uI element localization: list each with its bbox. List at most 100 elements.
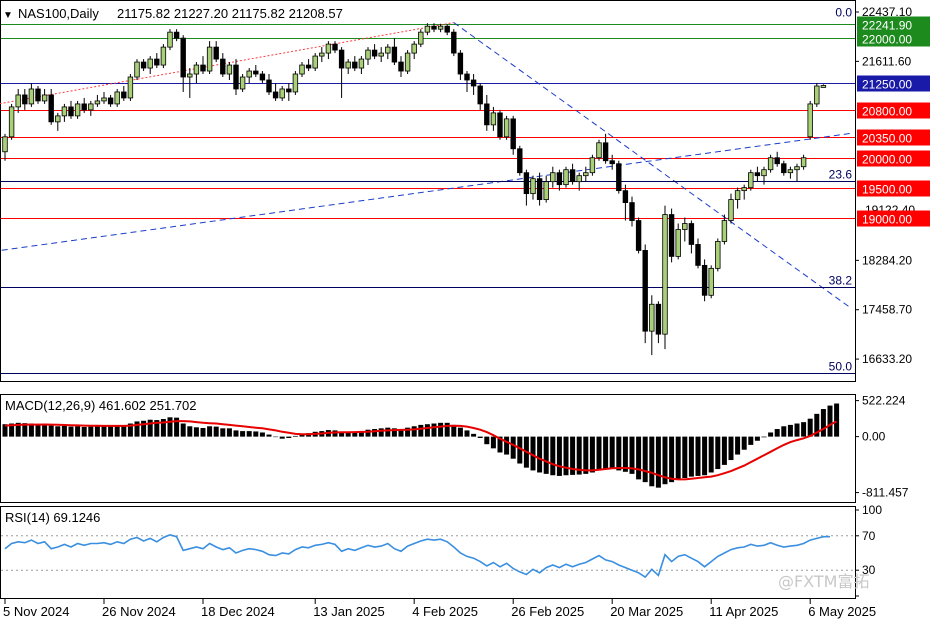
macd-bar-66 [438,422,444,437]
macd-bar-101 [669,436,675,483]
macd-bar-13 [88,426,94,437]
candle-body-68 [451,31,457,54]
level-tag-text-0: 22241.90 [862,19,912,33]
candle-body-100 [662,214,668,335]
macd-bar-43 [286,436,292,438]
macd-bar-30 [200,428,206,437]
candle-body-84 [556,172,563,186]
candle-body-56 [371,49,378,57]
trend-line-2 [453,22,851,308]
macd-bar-14 [94,426,100,437]
macd-bar-92 [609,436,615,470]
candle-body-123 [814,85,820,105]
candle-body-16 [107,97,114,105]
macd-bar-124 [820,409,826,437]
candle-body-22 [147,58,153,69]
candle-body-7 [48,94,54,123]
candle-body-59 [391,46,398,63]
candle-body-5 [35,88,41,102]
macd-bar-116 [768,432,774,437]
macd-bar-117 [774,429,780,437]
macd-bar-104 [688,436,694,477]
candle-body-113 [748,172,754,189]
macd-bar-64 [424,424,430,437]
candle-body-47 [312,55,318,69]
rsi-tick-label-1: 70 [862,529,876,543]
candle-body-48 [319,52,325,57]
macd-bar-70 [464,430,470,437]
candle-body-20 [134,61,140,78]
candle-body-108 [715,241,721,269]
level-tag-text-7: 19000.00 [862,213,912,227]
macd-bar-105 [695,436,701,476]
macd-bar-32 [213,426,219,437]
candle-body-4 [28,88,35,105]
candle-body-104 [688,223,695,245]
macd-bar-98 [649,436,655,487]
candle-body-37 [246,70,252,78]
macd-bar-8 [55,426,61,437]
candle-body-26 [173,31,180,39]
candle-body-21 [140,61,147,69]
macd-bar-28 [187,426,193,437]
macd-bar-93 [616,436,622,471]
macd-bar-42 [279,436,285,439]
time-tick-label-4: 4 Feb 2025 [412,604,478,619]
price-panel: 0.023.638.250.0 22437.1021611.6018284.20… [0,0,930,382]
candle-body-41 [272,91,279,99]
candle-body-86 [569,169,576,183]
macd-bar-25 [167,417,173,437]
candle-body-112 [741,187,747,192]
candle-body-120 [794,166,800,171]
macd-bar-31 [207,426,213,437]
time-tick-label-5: 26 Feb 2025 [511,604,584,619]
level-tag-text-6: 19500.00 [862,183,912,197]
price-panel-frame [0,0,856,382]
candle-body-85 [563,169,569,186]
price-tick-label-4: 16633.20 [862,352,912,366]
candle-body-111 [734,190,741,201]
candle-body-102 [675,229,681,257]
candle-body-83 [550,172,556,183]
level-tag-text-3: 20800.00 [862,105,912,119]
candle-body-8 [55,115,61,123]
candle-body-17 [114,91,120,105]
rsi-label: RSI(14) 69.1246 [5,510,100,525]
price-tick-label-1: 21611.60 [862,54,911,68]
level-lines [1,24,855,219]
macd-bar-73 [484,436,490,445]
candle-body-10 [68,106,74,117]
macd-bar-76 [504,436,510,455]
candle-body-94 [622,190,629,203]
candle-body-93 [616,163,622,192]
candle-body-19 [127,76,134,99]
candle-body-11 [74,103,81,117]
candle-body-81 [536,178,543,201]
macd-bar-69 [457,427,463,437]
price-tick-label-2: 18284.20 [862,253,912,267]
candle-body-6 [41,94,48,102]
candle-body-33 [220,58,226,75]
candle-body-97 [642,250,648,332]
candle-body-0 [2,136,8,153]
candle-body-39 [259,73,266,81]
macd-bar-89 [589,436,595,473]
candle-body-61 [404,52,411,72]
candle-body-65 [431,25,437,30]
candle-body-67 [444,25,450,33]
candle-body-25 [167,31,173,48]
chart-header-symbol: NAS100,Daily [18,6,99,21]
nas100-chart: 0.023.638.250.0 22437.1021611.6018284.20… [0,0,930,619]
candle-body-43 [286,88,292,93]
candle-body-23 [154,58,160,66]
macd-bar-96 [636,436,642,480]
price-tick-label-3: 17458.70 [862,303,912,317]
candle-body-51 [338,49,345,69]
candle-body-96 [635,220,642,251]
candle-body-46 [305,64,312,69]
candle-body-32 [213,46,219,60]
macd-bar-114 [754,436,760,441]
candle-body-91 [602,142,609,162]
macd-bar-41 [273,436,279,438]
macd-bar-22 [147,419,153,437]
